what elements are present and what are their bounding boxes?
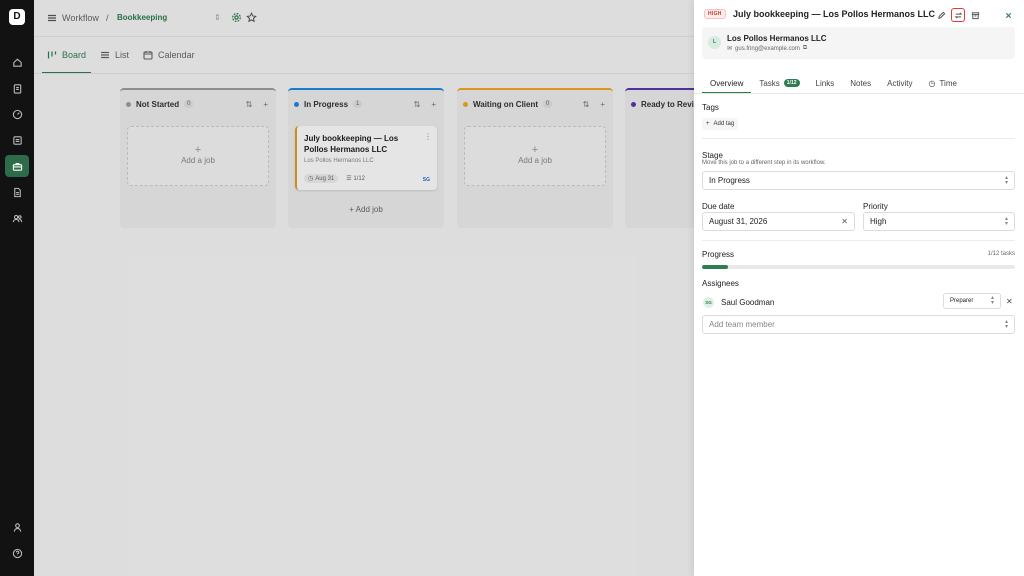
chevron-updown-icon: ▴ ▾ — [990, 295, 994, 306]
home-icon[interactable] — [7, 52, 27, 72]
tab-notes[interactable]: Notes — [842, 73, 879, 93]
divider — [694, 93, 1024, 94]
stage-select[interactable]: In Progress ▴ ▾ — [702, 171, 1015, 190]
move-workflow-icon[interactable] — [951, 8, 965, 22]
copy-icon[interactable]: ⧉ — [803, 45, 807, 52]
client-email: ✉ gus.fring@example.com ⧉ — [727, 45, 807, 52]
clear-icon[interactable]: ✕ — [841, 217, 848, 226]
divider — [702, 138, 1015, 139]
left-rail: D — [0, 0, 34, 576]
gauge-icon[interactable] — [7, 104, 27, 124]
chevron-updown-icon: ▴ ▾ — [1004, 175, 1008, 186]
chevron-updown-icon: ▴ ▾ — [1004, 319, 1008, 330]
list-icon[interactable] — [7, 130, 27, 150]
job-detail-panel: HIGH July bookkeeping — Los Pollos Herma… — [694, 0, 1024, 576]
plus-icon: + — [706, 121, 710, 127]
help-icon[interactable] — [7, 543, 27, 563]
tab-label: Tasks — [759, 78, 780, 88]
tasks-count-badge: 1/12 — [783, 79, 800, 87]
tab-links[interactable]: Links — [808, 73, 843, 93]
remove-assignee-icon[interactable]: ✕ — [1006, 297, 1013, 306]
role-value: Preparer — [950, 298, 974, 304]
priority-select[interactable]: High ▴ ▾ — [863, 212, 1015, 231]
clock-icon: ◷ — [928, 78, 936, 88]
client-email-text: gus.fring@example.com — [735, 45, 800, 52]
due-date-field[interactable]: August 31, 2026 ✕ — [702, 212, 855, 231]
users-icon[interactable] — [7, 208, 27, 228]
priority-value: High — [870, 217, 887, 226]
avatar: SG — [703, 297, 714, 308]
dim-overlay[interactable] — [34, 0, 694, 576]
tab-label: Notes — [850, 78, 872, 88]
priority-badge: HIGH — [704, 9, 726, 19]
briefcase-icon[interactable] — [5, 155, 29, 177]
tab-label: Activity — [887, 78, 913, 88]
pencil-icon[interactable] — [934, 8, 948, 22]
mail-icon: ✉ — [727, 46, 733, 52]
add-team-member-placeholder: Add team member — [709, 320, 775, 329]
stage-label: Stage — [702, 151, 723, 160]
clipboard-icon[interactable] — [7, 78, 27, 98]
tab-label: Overview — [710, 78, 744, 88]
document-icon[interactable] — [7, 182, 27, 202]
panel-title: July bookkeeping — Los Pollos Hermanos L… — [733, 9, 936, 19]
tags-label: Tags — [702, 103, 719, 112]
client-name[interactable]: Los Pollos Hermanos LLC — [727, 34, 827, 43]
client-card[interactable]: L Los Pollos Hermanos LLC ✉ gus.fring@ex… — [702, 27, 1015, 59]
assignee-name: Saul Goodman — [721, 298, 775, 307]
tab-label: Time — [939, 78, 957, 88]
panel-tabs: Overview Tasks 1/12 Links Notes Activity … — [702, 73, 965, 94]
progress-count: 1/12 tasks — [987, 251, 1015, 257]
stage-value: In Progress — [709, 176, 750, 185]
divider — [702, 240, 1015, 241]
tab-activity[interactable]: Activity — [879, 73, 920, 93]
progress-bar — [702, 265, 1015, 269]
tab-time[interactable]: ◷ Time — [920, 73, 964, 93]
assignees-label: Assignees — [702, 279, 739, 288]
due-date-label: Due date — [702, 202, 735, 211]
add-tag-label: Add tag — [713, 121, 735, 127]
app-logo[interactable]: D — [9, 9, 25, 25]
tab-label: Links — [815, 78, 835, 88]
user-icon[interactable] — [7, 517, 27, 537]
due-date-value: August 31, 2026 — [709, 217, 768, 226]
add-team-member-select[interactable]: Add team member ▴ ▾ — [702, 315, 1015, 334]
priority-label: Priority — [863, 202, 888, 211]
archive-icon[interactable] — [968, 8, 982, 22]
tab-tasks[interactable]: Tasks 1/12 — [751, 73, 807, 93]
add-tag-button[interactable]: + Add tag — [702, 118, 739, 130]
progress-label: Progress — [702, 250, 735, 259]
tab-overview[interactable]: Overview — [702, 73, 752, 94]
progress-fill — [702, 265, 729, 269]
role-select[interactable]: Preparer ▴ ▾ — [943, 293, 1001, 309]
stage-help: Move this job to a different step in its… — [702, 160, 826, 166]
chevron-updown-icon: ▴ ▾ — [1004, 216, 1008, 227]
avatar: L — [708, 36, 721, 49]
close-icon[interactable] — [1001, 8, 1015, 22]
